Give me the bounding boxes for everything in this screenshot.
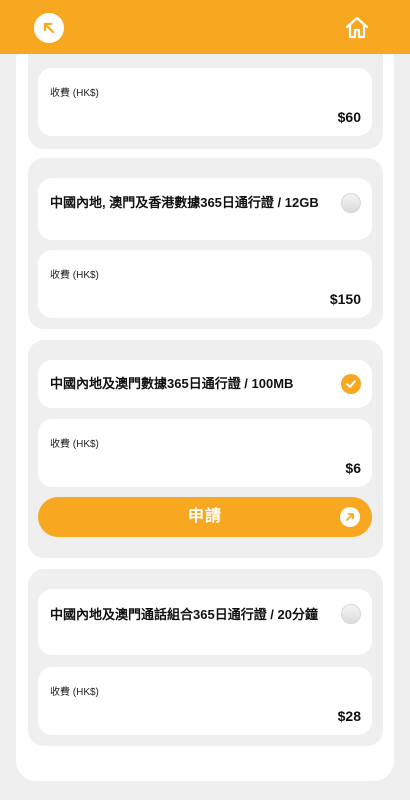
apply-button[interactable]: 申請 (38, 497, 372, 537)
radio-button[interactable] (341, 604, 361, 624)
plan-name: 中國內地, 澳門及香港數據365日通行證 / 12GB (50, 195, 319, 210)
plan-option[interactable]: 中國內地, 澳門及香港數據365日通行證 / 12GB (38, 178, 372, 240)
fee-label: 收費 (HK$) (50, 687, 99, 698)
radio-button[interactable] (341, 193, 361, 213)
plan-option[interactable]: 中國內地及澳門通話組合365日通行證 / 20分鐘 (38, 589, 372, 655)
fee-label: 收費 (HK$) (50, 88, 99, 99)
fee-value: $6 (345, 460, 361, 476)
plan-group: 中國內地及澳門數據365日通行證 / 100MB 收費 (HK$) $6 申請 (28, 340, 383, 558)
fee-value: $60 (337, 109, 361, 125)
plan-name: 中國內地及澳門通話組合365日通行證 / 20分鐘 (50, 607, 318, 622)
plan-group: 中國內地及澳門通話組合365日通行證 / 20分鐘 收費 (HK$) $28 (28, 569, 383, 746)
radio-button-checked[interactable] (341, 374, 361, 394)
home-button[interactable] (342, 13, 372, 43)
fee-label: 收費 (HK$) (50, 439, 99, 450)
check-icon (346, 380, 356, 388)
apply-label: 申請 (187, 508, 222, 525)
home-icon (345, 16, 369, 39)
arrow-up-left-icon (43, 22, 55, 34)
top-bar (0, 0, 410, 54)
plan-group: 中國內地, 澳門及香港數據365日通行證 / 12GB 收費 (HK$) $15… (28, 158, 383, 329)
fee-label: 收費 (HK$) (50, 270, 99, 281)
plan-group: 收費 (HK$) $60 (28, 54, 383, 149)
fee-card: 收費 (HK$) $150 (38, 250, 372, 318)
fee-value: $28 (337, 708, 361, 724)
fee-card: 收費 (HK$) $28 (38, 667, 372, 735)
fee-card: 收費 (HK$) $60 (38, 68, 372, 136)
fee-value: $150 (329, 291, 361, 307)
back-button[interactable] (34, 13, 64, 43)
plan-name: 中國內地及澳門數據365日通行證 / 100MB (50, 376, 294, 391)
arrow-up-right-icon (340, 507, 360, 527)
plan-option[interactable]: 中國內地及澳門數據365日通行證 / 100MB (38, 360, 372, 408)
fee-card: 收費 (HK$) $6 (38, 419, 372, 487)
